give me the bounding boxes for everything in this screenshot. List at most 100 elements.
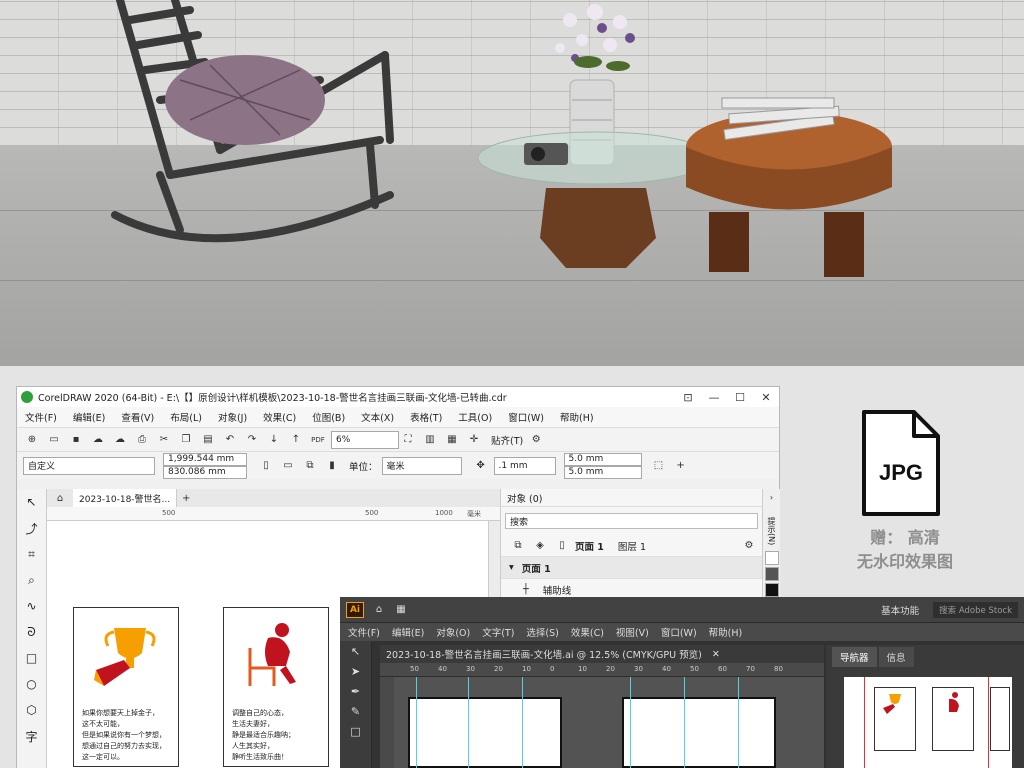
text-tool-icon[interactable]: 字 xyxy=(17,723,46,749)
duplicate-y-field[interactable]: 5.0 mm xyxy=(563,465,642,479)
current-layer-label[interactable]: 图层 1 xyxy=(618,539,646,553)
ai-menu-select[interactable]: 选择(S) xyxy=(526,625,558,639)
artboard-2[interactable] xyxy=(622,697,776,768)
ellipse-tool-icon[interactable]: ○ xyxy=(17,671,46,697)
ai-menu-help[interactable]: 帮助(H) xyxy=(709,625,743,639)
redo-icon[interactable]: ↷ xyxy=(243,432,261,448)
curvature-tool-icon[interactable]: ✎ xyxy=(340,701,371,721)
illustrator-document-tab[interactable]: 2023-10-18-警世名言挂画三联画-文化墙.ai @ 12.5% (CMY… xyxy=(380,645,824,663)
zoom-level-select[interactable]: 6% xyxy=(331,430,399,449)
minimize-button[interactable]: — xyxy=(701,391,727,404)
duplicate-x-field[interactable]: 5.0 mm xyxy=(563,452,642,466)
rectangle-tool-icon[interactable]: □ xyxy=(340,721,371,741)
expand-arrow-icon[interactable]: ▾ xyxy=(509,562,514,573)
selection-tool-icon[interactable]: ↖ xyxy=(340,641,371,661)
freehand-tool-icon[interactable]: ∿ xyxy=(17,593,46,619)
menu-file[interactable]: 文件(F) xyxy=(25,410,57,424)
undo-icon[interactable]: ↶ xyxy=(221,432,239,448)
ai-menu-edit[interactable]: 编辑(E) xyxy=(392,625,424,639)
cut-icon[interactable]: ✂ xyxy=(155,432,173,448)
snap-to-dropdown[interactable]: 贴齐(T) xyxy=(491,433,523,447)
cloud-download-icon[interactable]: ☁ xyxy=(89,432,107,448)
zoom-tool-icon[interactable]: ⌕ xyxy=(17,567,46,593)
menu-edit[interactable]: 编辑(E) xyxy=(73,410,105,424)
ai-menu-window[interactable]: 窗口(W) xyxy=(661,625,697,639)
pick-tool-icon[interactable]: ↖ xyxy=(17,489,46,515)
page-border-icon[interactable]: ⬚ xyxy=(650,458,668,474)
layer-manager-icon[interactable]: ⧉ xyxy=(509,538,527,554)
current-page-icon[interactable]: ▮ xyxy=(323,458,341,474)
open-folder-icon[interactable]: ▭ xyxy=(45,432,63,448)
export-icon[interactable]: ↑ xyxy=(287,432,305,448)
new-tab-icon[interactable]: + xyxy=(177,490,195,506)
panel-options-gear-icon[interactable]: ⚙ xyxy=(740,538,758,554)
guide-line[interactable] xyxy=(684,677,685,768)
artboard-1[interactable] xyxy=(408,697,562,768)
tab-info[interactable]: 信息 xyxy=(878,647,914,667)
tree-item-page[interactable]: ▾ 页面 1 xyxy=(501,557,762,579)
menu-view[interactable]: 查看(V) xyxy=(121,410,154,424)
guide-line[interactable] xyxy=(630,677,631,768)
rectangle-tool-icon[interactable]: □ xyxy=(17,645,46,671)
all-pages-icon[interactable]: ⧉ xyxy=(301,458,319,474)
save-icon[interactable]: ▪ xyxy=(67,432,85,448)
artistic-media-tool-icon[interactable]: ᘐ xyxy=(17,619,46,645)
new-document-icon[interactable]: ⊕ xyxy=(23,432,41,448)
home-icon[interactable]: ⌂ xyxy=(51,490,69,506)
show-rulers-icon[interactable]: ▥ xyxy=(421,432,439,448)
polygon-tool-icon[interactable]: ⬡ xyxy=(17,697,46,723)
poster-1[interactable]: 如果你想要天上掉金子， 这不太可能， 但是如果说你有一个梦想， 想通过自己的努力… xyxy=(73,607,179,767)
document-tab[interactable]: 2023-10-18-警世名... xyxy=(73,489,178,507)
menu-effects[interactable]: 效果(C) xyxy=(263,410,296,424)
ai-menu-file[interactable]: 文件(F) xyxy=(348,625,380,639)
import-icon[interactable]: ↓ xyxy=(265,432,283,448)
shape-tool-icon[interactable]: ⤴ xyxy=(17,515,46,541)
objects-search-input[interactable]: 搜索 xyxy=(505,513,758,529)
ai-menu-type[interactable]: 文字(T) xyxy=(482,625,514,639)
guide-line[interactable] xyxy=(522,677,523,768)
current-page-label[interactable]: 页面 1 xyxy=(575,539,604,553)
maximize-button[interactable]: ☐ xyxy=(727,391,753,404)
docker-expand-icon[interactable]: › xyxy=(763,489,780,511)
show-guides-icon[interactable]: ✛ xyxy=(465,432,483,448)
menu-help[interactable]: 帮助(H) xyxy=(560,410,594,424)
options-gear-icon[interactable]: ⚙ xyxy=(527,432,545,448)
copy-icon[interactable]: ❐ xyxy=(177,432,195,448)
page-height-field[interactable]: 830.086 mm xyxy=(163,465,247,479)
direct-selection-tool-icon[interactable]: ➤ xyxy=(340,661,371,681)
color-swatch-white[interactable] xyxy=(764,551,779,566)
close-button[interactable]: ✕ xyxy=(753,391,779,404)
arrange-documents-icon[interactable]: ▦ xyxy=(392,602,410,618)
page-icon[interactable]: ▯ xyxy=(553,538,571,554)
menu-bitmaps[interactable]: 位图(B) xyxy=(312,410,345,424)
units-select[interactable]: 毫米 xyxy=(381,456,462,475)
workspace-switcher[interactable]: 基本功能 xyxy=(881,603,919,617)
hints-docker-tab[interactable]: 提示(N) xyxy=(766,517,777,545)
color-swatch-gray[interactable] xyxy=(764,567,779,582)
print-icon[interactable]: ⎙ xyxy=(133,432,151,448)
menu-window[interactable]: 窗口(W) xyxy=(508,410,544,424)
poster-2[interactable]: 调整自己的心态， 生活夫妻好， 静是最适合乐趣呐； 人生其实好， 静听生活致乐曲… xyxy=(223,607,329,767)
menu-layout[interactable]: 布局(L) xyxy=(170,410,202,424)
color-swatch-black[interactable] xyxy=(764,583,779,598)
paste-icon[interactable]: ▤ xyxy=(199,432,217,448)
cloud-upload-icon[interactable]: ☁ xyxy=(111,432,129,448)
pdf-export-icon[interactable]: PDF xyxy=(309,432,327,448)
full-screen-icon[interactable]: ⛶ xyxy=(399,432,417,448)
pen-tool-icon[interactable]: ✒ xyxy=(340,681,371,701)
ai-menu-view[interactable]: 视图(V) xyxy=(616,625,649,639)
page-preset-select[interactable]: 自定义 xyxy=(23,456,155,475)
add-icon[interactable]: + xyxy=(672,458,690,474)
navigator-preview[interactable] xyxy=(844,677,1012,768)
account-icon[interactable]: ⊡ xyxy=(675,391,701,404)
adobe-stock-search-input[interactable]: 搜索 Adobe Stock xyxy=(933,601,1018,618)
menu-text[interactable]: 文本(X) xyxy=(361,410,394,424)
tab-navigator[interactable]: 导航器 xyxy=(832,647,877,667)
page-width-field[interactable]: 1,999.544 mm xyxy=(163,452,247,466)
menu-object[interactable]: 对象(J) xyxy=(218,410,247,424)
portrait-icon[interactable]: ▯ xyxy=(257,458,275,474)
landscape-icon[interactable]: ▭ xyxy=(279,458,297,474)
nudge-distance-field[interactable]: .1 mm xyxy=(493,456,556,475)
crop-tool-icon[interactable]: ⌗ xyxy=(17,541,46,567)
ai-menu-object[interactable]: 对象(O) xyxy=(436,625,470,639)
